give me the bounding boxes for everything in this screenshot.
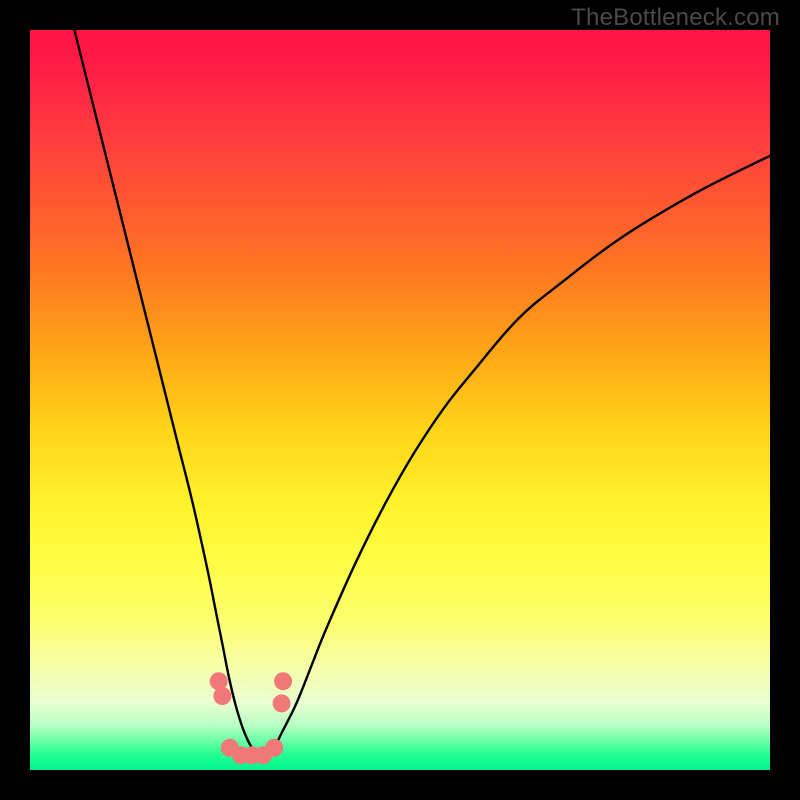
bottleneck-curve: [74, 30, 770, 756]
marker-dot: [213, 687, 231, 705]
chart-frame: TheBottleneck.com: [0, 0, 800, 800]
watermark-text: TheBottleneck.com: [571, 4, 780, 32]
marker-dots-group: [210, 672, 292, 764]
marker-dot: [273, 694, 291, 712]
chart-svg: [30, 30, 770, 770]
plot-area: [30, 30, 770, 770]
marker-dot: [274, 672, 292, 690]
marker-dot: [265, 739, 283, 757]
